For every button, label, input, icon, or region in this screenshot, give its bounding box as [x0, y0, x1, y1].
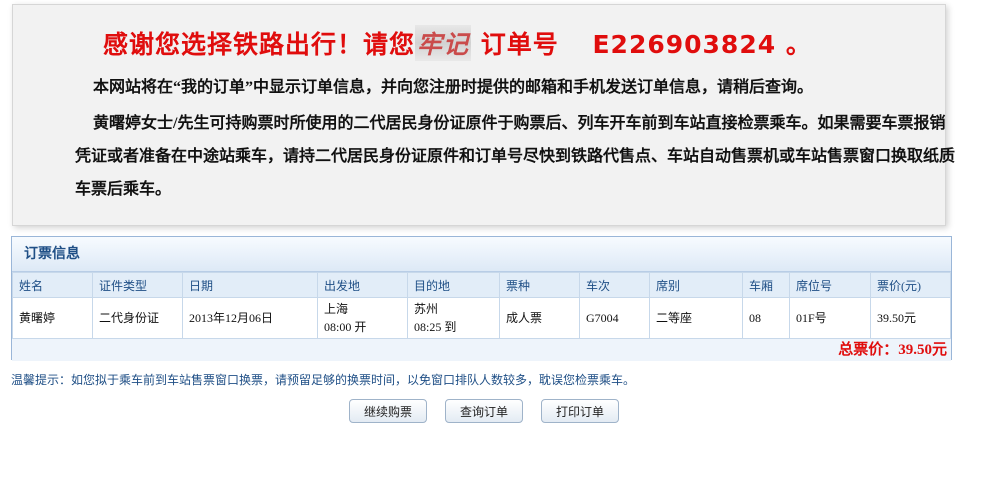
- headline-order-label: 订单号: [480, 30, 559, 59]
- ticket-info-panel: 订票信息 姓名 证件类型 日期 出发地 目的地 票种 车次 席别 车厢 席位号 …: [11, 236, 952, 361]
- cell-price: 39.50元: [870, 297, 951, 339]
- cell-train-no: G7004: [579, 297, 650, 339]
- col-train-no: 车次: [579, 272, 650, 298]
- col-name: 姓名: [12, 272, 93, 298]
- col-date: 日期: [182, 272, 318, 298]
- total-price-label: 总票价：: [838, 342, 899, 358]
- headline-end: 。: [785, 30, 812, 59]
- col-id-type: 证件类型: [92, 272, 183, 298]
- col-seat-no: 席位号: [789, 272, 871, 298]
- table-row: 黄曙婷 二代身份证 2013年12月06日 上海 08:00 开 苏州 08:2…: [12, 297, 951, 339]
- warm-tip: 温馨提示：如您拟于乘车前到车站售票窗口换票，请预留足够的换票时间，以免窗口排队人…: [11, 373, 636, 387]
- print-order-button[interactable]: 打印订单: [541, 399, 619, 423]
- order-info-paragraph: 本网站将在“我的订单”中显示订单信息，并向您注册时提供的邮箱和手机发送订单信息，…: [93, 79, 814, 96]
- order-confirmation-notice: 感谢您选择铁路出行！请您牢记 订单号 E226903824 。 本网站将在“我的…: [12, 4, 955, 226]
- col-coach: 车厢: [742, 272, 790, 298]
- from-time: 08:00 开: [324, 320, 367, 334]
- ticket-info-title: 订票信息: [12, 237, 951, 272]
- col-from: 出发地: [317, 272, 408, 298]
- from-station: 上海: [324, 302, 349, 316]
- col-to: 目的地: [407, 272, 500, 298]
- headline-remember-highlight: 牢记: [415, 25, 472, 61]
- ticket-table: 姓名 证件类型 日期 出发地 目的地 票种 车次 席别 车厢 席位号 票价(元)…: [12, 272, 951, 339]
- col-ticket-type: 票种: [499, 272, 580, 298]
- thank-you-headline: 感谢您选择铁路出行！请您牢记 订单号 E226903824 。: [103, 25, 812, 61]
- cell-id-type: 二代身份证: [92, 297, 183, 339]
- cell-seat-class: 二等座: [649, 297, 743, 339]
- cell-ticket-type: 成人票: [499, 297, 580, 339]
- continue-booking-button[interactable]: 继续购票: [349, 399, 427, 423]
- to-time: 08:25 到: [414, 320, 457, 334]
- cell-from: 上海 08:00 开: [317, 297, 408, 339]
- col-price: 票价(元): [870, 272, 951, 298]
- cell-seat-no: 01F号: [789, 297, 871, 339]
- action-buttons: 继续购票 查询订单 打印订单: [349, 399, 619, 423]
- cell-to: 苏州 08:25 到: [407, 297, 500, 339]
- col-seat-class: 席别: [649, 272, 743, 298]
- total-price: 总票价：39.50元: [12, 339, 951, 361]
- cell-coach: 08: [742, 297, 790, 339]
- headline-prefix: 感谢您选择铁路出行！请您: [103, 30, 416, 59]
- cell-date: 2013年12月06日: [182, 297, 318, 339]
- cell-name: 黄曙婷: [12, 297, 93, 339]
- boarding-instructions-paragraph: 黄曙婷女士/先生可持购票时所使用的二代居民身份证原件于购票后、列车开车前到车站直…: [75, 115, 956, 198]
- total-price-value: 39.50元: [898, 342, 947, 358]
- query-order-button[interactable]: 查询订单: [445, 399, 523, 423]
- order-number: E226903824: [592, 30, 777, 59]
- table-header-row: 姓名 证件类型 日期 出发地 目的地 票种 车次 席别 车厢 席位号 票价(元): [12, 272, 951, 298]
- to-station: 苏州: [414, 302, 439, 316]
